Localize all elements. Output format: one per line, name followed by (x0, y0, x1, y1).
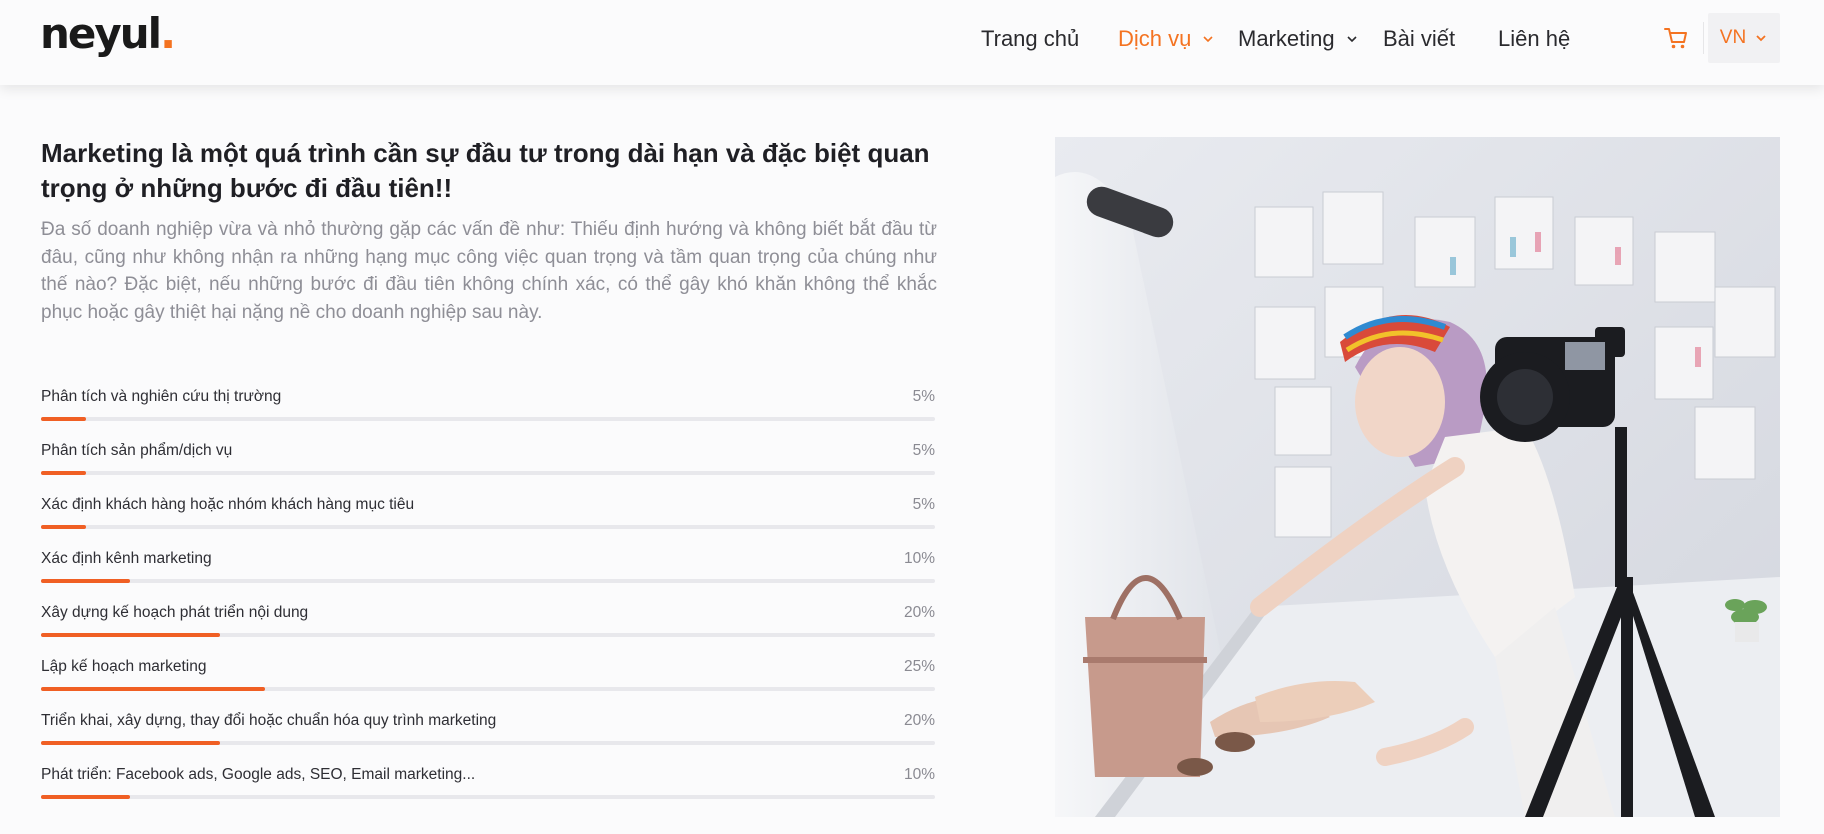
nav-label: Dịch vụ (1118, 26, 1192, 51)
nav-item-contact[interactable]: Liên hệ (1498, 22, 1570, 56)
progress-list: Phân tích và nghiên cứu thị trường 5% Phân… (41, 386, 935, 818)
nav-item-blog[interactable]: Bài viết (1383, 22, 1455, 56)
brand-logo[interactable]: neyul. (40, 9, 176, 58)
section-headline: Marketing là một quá trình cần sự đầu tư… (41, 138, 930, 203)
progress-fill (41, 687, 265, 691)
progress-label: Lập kế hoạch marketing (41, 658, 207, 675)
progress-track (41, 579, 935, 583)
progress-percent: 5% (912, 442, 935, 459)
progress-percent: 20% (903, 712, 935, 729)
progress-fill (41, 471, 86, 475)
progress-track (41, 795, 935, 799)
nav-label: Trang chủ (981, 26, 1080, 51)
progress-label: Xác định khách hàng hoặc nhóm khách hàng… (41, 496, 415, 513)
progress-track (41, 525, 935, 529)
progress-item: Xây dựng kế hoạch phát triển nội dung 20% (41, 602, 935, 656)
nav-item-home[interactable]: Trang chủ (981, 22, 1079, 56)
progress-label: Xây dựng kế hoạch phát triển nội dung (41, 604, 309, 621)
progress-track (41, 417, 935, 421)
progress-fill (41, 795, 131, 799)
progress-percent: 5% (912, 388, 935, 405)
progress-track (41, 687, 935, 691)
progress-percent: 10% (903, 550, 935, 567)
photo-illustration (1055, 137, 1780, 817)
progress-item: Lập kế hoạch marketing 25% (41, 656, 935, 710)
progress-item: Triển khai, xây dựng, thay đổi hoặc chuẩ… (41, 710, 935, 764)
site-header: neyul. Trang chủ Dịch vụ Marketing Bài v… (0, 0, 1824, 85)
progress-track (41, 471, 935, 475)
progress-label: Phát triển: Facebook ads, Google ads, SE… (41, 766, 476, 783)
progress-label: Phân tích sản phẩm/dịch vụ (41, 442, 233, 459)
progress-item: Xác định khách hàng hoặc nhóm khách hàng… (41, 494, 935, 548)
progress-percent: 5% (912, 496, 935, 513)
progress-track (41, 741, 935, 745)
nav-item-marketing[interactable]: Marketing (1238, 22, 1359, 56)
chevron-down-icon (1756, 35, 1766, 42)
progress-item: Phân tích và nghiên cứu thị trường 5% (41, 386, 935, 440)
progress-fill (41, 633, 220, 637)
header-divider (1703, 22, 1704, 54)
progress-percent: 10% (903, 766, 935, 783)
logo-text: neyul (40, 9, 162, 58)
progress-fill (41, 525, 86, 529)
progress-track (41, 633, 935, 637)
progress-label: Xác định kênh marketing (41, 550, 212, 567)
shopping-cart-icon[interactable] (1663, 25, 1689, 51)
progress-fill (41, 417, 86, 421)
progress-item: Phát triển: Facebook ads, Google ads, SE… (41, 764, 935, 818)
chevron-down-icon (1347, 36, 1357, 43)
nav-label: Marketing (1238, 26, 1335, 51)
language-selector[interactable]: VN (1708, 13, 1780, 63)
progress-percent: 25% (903, 658, 935, 675)
nav-item-services[interactable]: Dịch vụ (1118, 22, 1215, 56)
logo-dot: . (160, 9, 176, 58)
progress-item: Xác định kênh marketing 10% (41, 548, 935, 602)
chevron-down-icon (1203, 36, 1213, 43)
progress-label: Triển khai, xây dựng, thay đổi hoặc chuẩ… (41, 712, 497, 729)
progress-fill (41, 579, 131, 583)
progress-percent: 20% (903, 604, 935, 621)
nav-label: Liên hệ (1498, 26, 1571, 51)
progress-fill (41, 741, 220, 745)
hero-photo (1055, 137, 1780, 817)
progress-item: Phân tích sản phẩm/dịch vụ 5% (41, 440, 935, 494)
section-intro: Đa số doanh nghiệp vừa và nhỏ thường gặp… (41, 219, 937, 323)
progress-label: Phân tích và nghiên cứu thị trường (41, 388, 282, 405)
nav-label: Bài viết (1383, 26, 1456, 51)
language-label: VN (1719, 27, 1747, 48)
